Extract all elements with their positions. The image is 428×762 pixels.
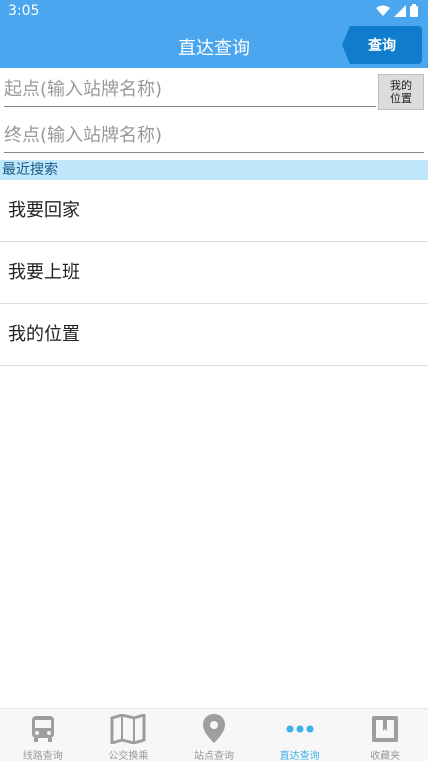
- my-location-label-line1: 我的: [390, 79, 412, 92]
- my-location-button[interactable]: 我的 位置: [378, 74, 424, 110]
- recent-item-go-to-work[interactable]: 我要上班: [0, 242, 428, 304]
- signal-icon: [394, 4, 406, 17]
- my-location-label-line2: 位置: [390, 92, 412, 105]
- end-station-input[interactable]: 终点(输入站牌名称): [4, 120, 424, 153]
- map-icon: [110, 713, 146, 745]
- query-button[interactable]: 查询: [342, 26, 422, 64]
- app-bar: 直达查询 查询: [0, 24, 428, 68]
- bus-icon: [28, 713, 58, 745]
- recent-item-go-home[interactable]: 我要回家: [0, 180, 428, 242]
- bookmark-icon: [370, 713, 400, 745]
- more-dots-icon: [285, 713, 315, 745]
- nav-direct-query[interactable]: 直达查询: [257, 709, 342, 762]
- location-pin-icon: [202, 713, 226, 745]
- recent-search-list: 我要回家 我要上班 我的位置: [0, 180, 428, 366]
- recent-search-header: 最近搜索: [0, 160, 428, 180]
- status-time: 3:05: [8, 3, 40, 19]
- bottom-nav: 线路查询 公交换乘 站点查询 直达查询 收藏夹: [0, 708, 428, 762]
- nav-station-query[interactable]: 站点查询: [171, 709, 256, 762]
- start-station-input[interactable]: 起点(输入站牌名称): [4, 74, 376, 107]
- nav-transfer[interactable]: 公交换乘: [86, 709, 171, 762]
- wifi-icon: [376, 5, 390, 16]
- status-icons: [376, 4, 418, 17]
- recent-item-my-location[interactable]: 我的位置: [0, 304, 428, 366]
- battery-icon: [410, 4, 418, 17]
- status-bar: 3:05: [0, 0, 428, 24]
- nav-favorites[interactable]: 收藏夹: [343, 709, 428, 762]
- nav-line-query[interactable]: 线路查询: [0, 709, 85, 762]
